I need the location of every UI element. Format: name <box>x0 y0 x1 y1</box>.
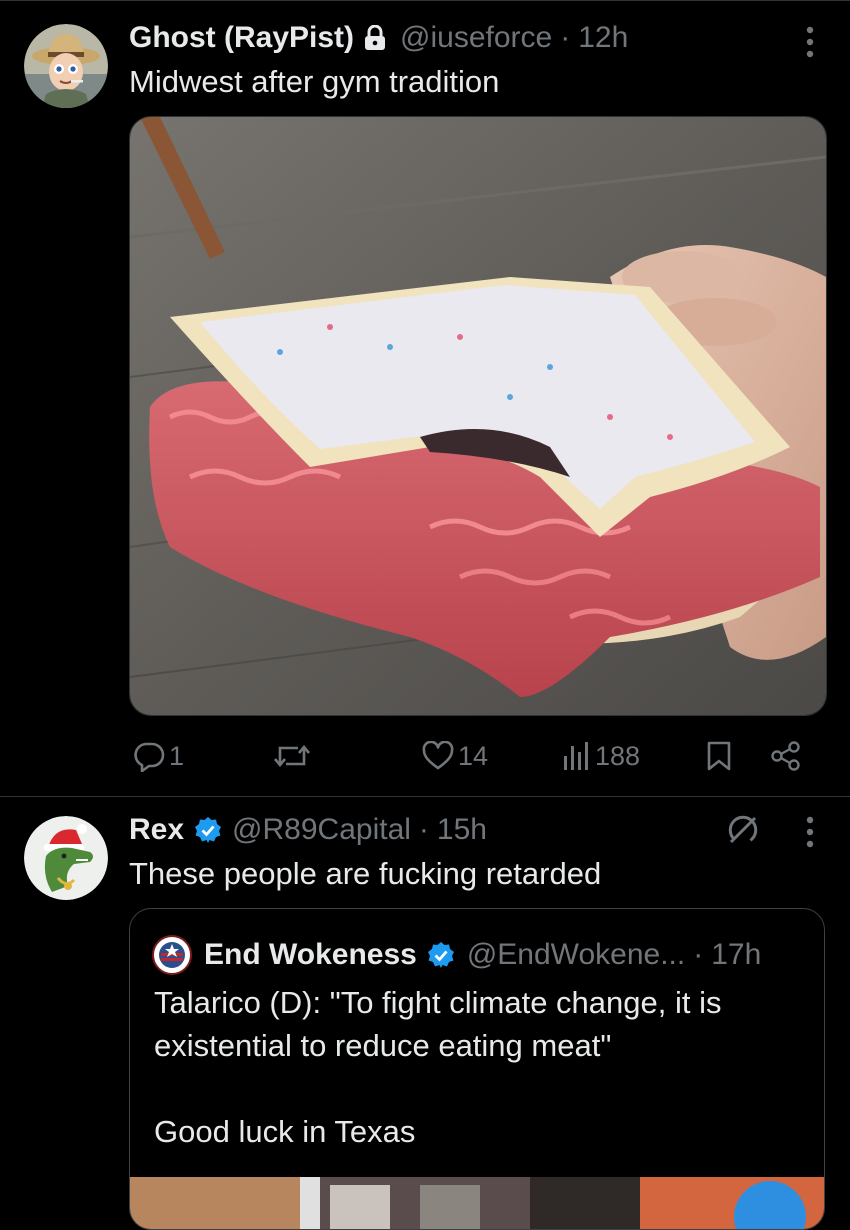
bookmark-icon <box>707 741 731 771</box>
more-options-icon[interactable] <box>798 814 822 850</box>
more-options-icon[interactable] <box>798 24 822 60</box>
view-count: 188 <box>595 740 641 771</box>
tweet-2-header: Rex @R89Capital · 15h <box>129 812 487 848</box>
quoted-tweet-media[interactable] <box>130 1177 824 1229</box>
like-count: 14 <box>458 740 489 771</box>
tweet-1-header: Ghost (RayPist) @iuseforce · 12h <box>129 20 628 56</box>
tweet-text: These people are fucking retarded <box>129 856 602 891</box>
timestamp[interactable]: 15h <box>437 812 487 848</box>
timestamp[interactable]: 12h <box>578 20 628 56</box>
separator: · <box>418 813 429 846</box>
tweet-divider <box>0 796 850 797</box>
grok-icon[interactable] <box>725 812 761 848</box>
separator: · <box>560 21 571 54</box>
like-button[interactable]: 14 <box>422 736 488 776</box>
quoted-handle[interactable]: @EndWokene... <box>467 937 685 973</box>
reply-icon <box>134 742 165 772</box>
top-divider <box>0 0 850 1</box>
tweet-text: Midwest after gym tradition <box>129 64 500 99</box>
verified-badge-icon <box>427 941 455 969</box>
handle[interactable]: @iuseforce <box>400 20 552 56</box>
display-name[interactable]: Ghost (RayPist) <box>129 20 354 56</box>
reply-button[interactable]: 1 <box>133 736 184 776</box>
bookmark-button[interactable] <box>706 736 732 776</box>
quoted-tweet[interactable]: End Wokeness @EndWokene... · 17h Talaric… <box>129 908 825 1230</box>
retweet-icon <box>274 744 310 768</box>
quoted-display-name[interactable]: End Wokeness <box>204 937 417 973</box>
display-name[interactable]: Rex <box>129 812 184 848</box>
share-button[interactable] <box>770 736 802 776</box>
avatar-rex[interactable] <box>24 816 108 900</box>
verified-badge-icon <box>194 816 222 844</box>
share-icon <box>771 741 800 771</box>
avatar-ghost[interactable] <box>24 24 108 108</box>
lock-icon <box>364 25 386 51</box>
views-icon <box>564 742 588 770</box>
tweet-image[interactable] <box>129 116 827 716</box>
like-icon <box>422 741 454 770</box>
handle[interactable]: @R89Capital <box>232 812 411 848</box>
views-button[interactable]: 188 <box>561 736 640 776</box>
retweet-button[interactable] <box>272 736 312 776</box>
quoted-avatar[interactable] <box>152 935 192 975</box>
reply-count: 1 <box>169 740 185 771</box>
quoted-tweet-header: End Wokeness @EndWokene... · 17h <box>152 935 761 975</box>
quoted-timestamp[interactable]: 17h <box>711 937 761 973</box>
quoted-tweet-text: Talarico (D): "To fight climate change, … <box>154 985 722 1149</box>
separator: · <box>693 938 704 971</box>
